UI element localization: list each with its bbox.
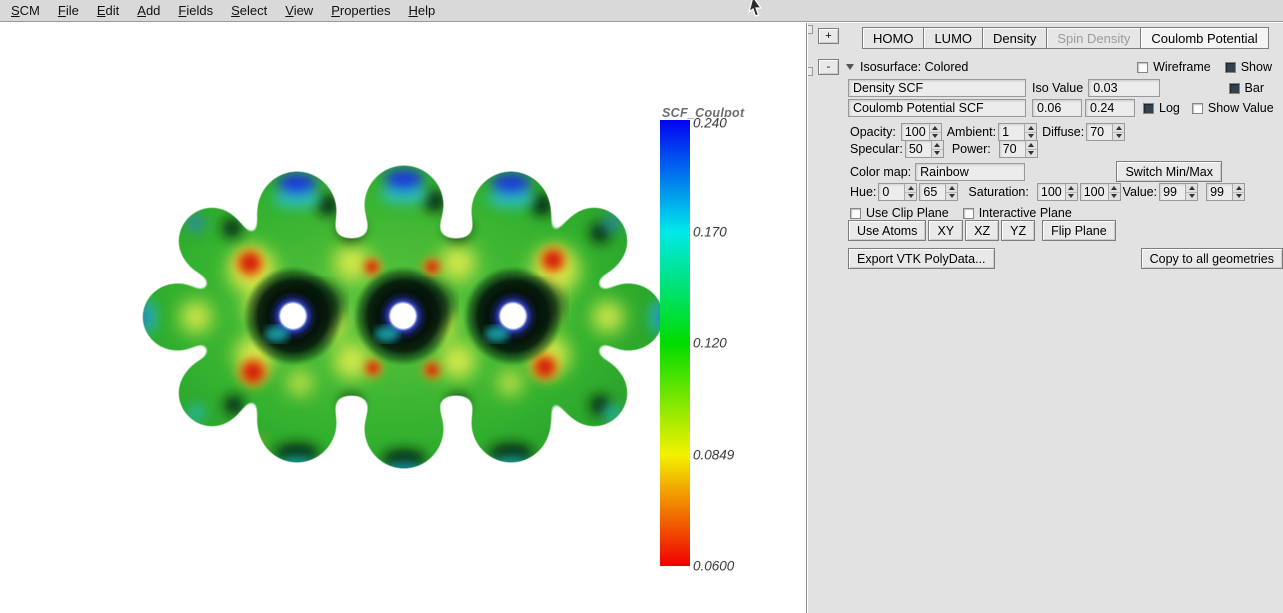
show-value-label: Show Value [1208, 101, 1274, 115]
colorbar-tick: 0.0600 [693, 559, 734, 574]
colorbar-tick: 0.120 [693, 336, 727, 351]
colormap-label: Color map: [850, 165, 911, 179]
colormap-select[interactable]: Rainbow [915, 163, 1025, 181]
colorbar-gradient [660, 120, 690, 566]
switch-minmax-button[interactable]: Switch Min/Max [1116, 161, 1222, 182]
panel-notch [808, 67, 813, 76]
power-spinbox[interactable]: 70 [999, 140, 1038, 158]
yz-plane-button[interactable]: YZ [1001, 220, 1035, 241]
flip-plane-button[interactable]: Flip Plane [1042, 220, 1116, 241]
collapse-triangle-icon[interactable] [846, 64, 854, 70]
value-max-spinbox[interactable]: 99 [1206, 183, 1245, 201]
panel-notch [808, 25, 813, 34]
value-label: Value: [1123, 185, 1158, 199]
3d-viewport[interactable]: SCF_Coulpot 0.240 0.170 0.120 0.0849 0.0… [0, 23, 807, 613]
field-tabs: HOMO LUMO Density Spin Density Coulomb P… [862, 27, 1268, 49]
tab-density[interactable]: Density [982, 27, 1047, 49]
spinner-arrows-icon[interactable] [1112, 124, 1124, 140]
spinner-arrows-icon[interactable] [1065, 184, 1077, 200]
opacity-label: Opacity: [850, 125, 896, 139]
spinner-arrows-icon[interactable] [1232, 184, 1244, 200]
spinner-arrows-icon[interactable] [904, 184, 916, 200]
opacity-spinbox[interactable]: 100 [901, 123, 942, 141]
wireframe-checkbox[interactable] [1137, 62, 1148, 73]
diffuse-label: Diffuse: [1042, 125, 1084, 139]
tab-coulomb-potential[interactable]: Coulomb Potential [1140, 27, 1268, 49]
spinner-arrows-icon[interactable] [931, 141, 943, 157]
bar-checkbox[interactable] [1229, 83, 1240, 94]
wireframe-label: Wireframe [1153, 60, 1211, 74]
color-field-select[interactable]: Coulomb Potential SCF [848, 99, 1026, 117]
density-field-select[interactable]: Density SCF [848, 79, 1026, 97]
saturation-max-spinbox[interactable]: 100 [1080, 183, 1121, 201]
tab-homo[interactable]: HOMO [862, 27, 924, 49]
tab-spin-density[interactable]: Spin Density [1046, 27, 1141, 49]
spinner-arrows-icon[interactable] [1185, 184, 1197, 200]
menu-select[interactable]: Select [222, 1, 276, 20]
value-min-spinbox[interactable]: 99 [1159, 183, 1198, 201]
log-checkbox[interactable] [1143, 103, 1154, 114]
specular-label: Specular: [850, 142, 903, 156]
menubar: SCM File Edit Add Fields Select View Pro… [0, 0, 1283, 22]
menu-view[interactable]: View [276, 1, 322, 20]
show-label: Show [1241, 60, 1272, 74]
iso-value-label: Iso Value [1032, 81, 1083, 95]
menu-scm[interactable]: SCM [2, 1, 49, 20]
menu-properties[interactable]: Properties [322, 1, 399, 20]
log-label: Log [1159, 101, 1180, 115]
show-value-checkbox[interactable] [1192, 103, 1203, 114]
interactive-plane-label: Interactive Plane [979, 206, 1072, 220]
interactive-plane-checkbox[interactable] [963, 208, 974, 219]
copy-to-all-geometries-button[interactable]: Copy to all geometries [1141, 248, 1283, 269]
use-clip-plane-checkbox[interactable] [850, 208, 861, 219]
colorbar-tick: 0.170 [693, 224, 727, 239]
show-checkbox[interactable] [1225, 62, 1236, 73]
iso-value-input[interactable]: 0.03 [1088, 79, 1160, 97]
menu-help[interactable]: Help [399, 1, 444, 20]
colorbar-tick: 0.0849 [693, 447, 734, 462]
tab-lumo[interactable]: LUMO [923, 27, 983, 49]
colorbar-tick: 0.240 [693, 116, 727, 131]
spinner-arrows-icon[interactable] [929, 124, 941, 140]
menu-fields[interactable]: Fields [169, 1, 222, 20]
bar-label: Bar [1245, 81, 1264, 95]
ambient-label: Ambient: [947, 125, 996, 139]
spinner-arrows-icon[interactable] [1108, 184, 1120, 200]
specular-spinbox[interactable]: 50 [905, 140, 944, 158]
spinner-arrows-icon[interactable] [1025, 141, 1037, 157]
remove-field-button[interactable]: - [818, 59, 839, 75]
section-title: Isosurface: Colored [860, 60, 968, 74]
saturation-label: Saturation: [968, 185, 1028, 199]
add-field-button[interactable]: + [818, 28, 839, 44]
colorbar-legend: SCF_Coulpot 0.240 0.170 0.120 0.0849 0.0… [655, 83, 805, 583]
fields-control-panel: + - HOMO LUMO Density Spin Density Coulo… [808, 23, 1283, 613]
range-max-input[interactable]: 0.24 [1085, 99, 1135, 117]
hue-max-spinbox[interactable]: 65 [919, 183, 958, 201]
diffuse-spinbox[interactable]: 70 [1086, 123, 1125, 141]
spinner-arrows-icon[interactable] [945, 184, 957, 200]
power-label: Power: [952, 142, 991, 156]
saturation-min-spinbox[interactable]: 100 [1037, 183, 1078, 201]
hue-min-spinbox[interactable]: 0 [878, 183, 917, 201]
export-vtk-button[interactable]: Export VTK PolyData... [848, 248, 995, 269]
menu-file[interactable]: File [49, 1, 88, 20]
spinner-arrows-icon[interactable] [1024, 124, 1036, 140]
mouse-cursor-icon [744, 0, 766, 18]
use-clip-plane-label: Use Clip Plane [866, 206, 949, 220]
range-min-input[interactable]: 0.06 [1032, 99, 1082, 117]
menu-edit[interactable]: Edit [88, 1, 128, 20]
xy-plane-button[interactable]: XY [928, 220, 963, 241]
menu-add[interactable]: Add [128, 1, 169, 20]
hue-label: Hue: [850, 185, 876, 199]
ambient-spinbox[interactable]: 1 [998, 123, 1037, 141]
use-atoms-button[interactable]: Use Atoms [848, 220, 926, 241]
colorbar-ticks: 0.240 0.170 0.120 0.0849 0.0600 [693, 120, 793, 566]
xz-plane-button[interactable]: XZ [965, 220, 999, 241]
